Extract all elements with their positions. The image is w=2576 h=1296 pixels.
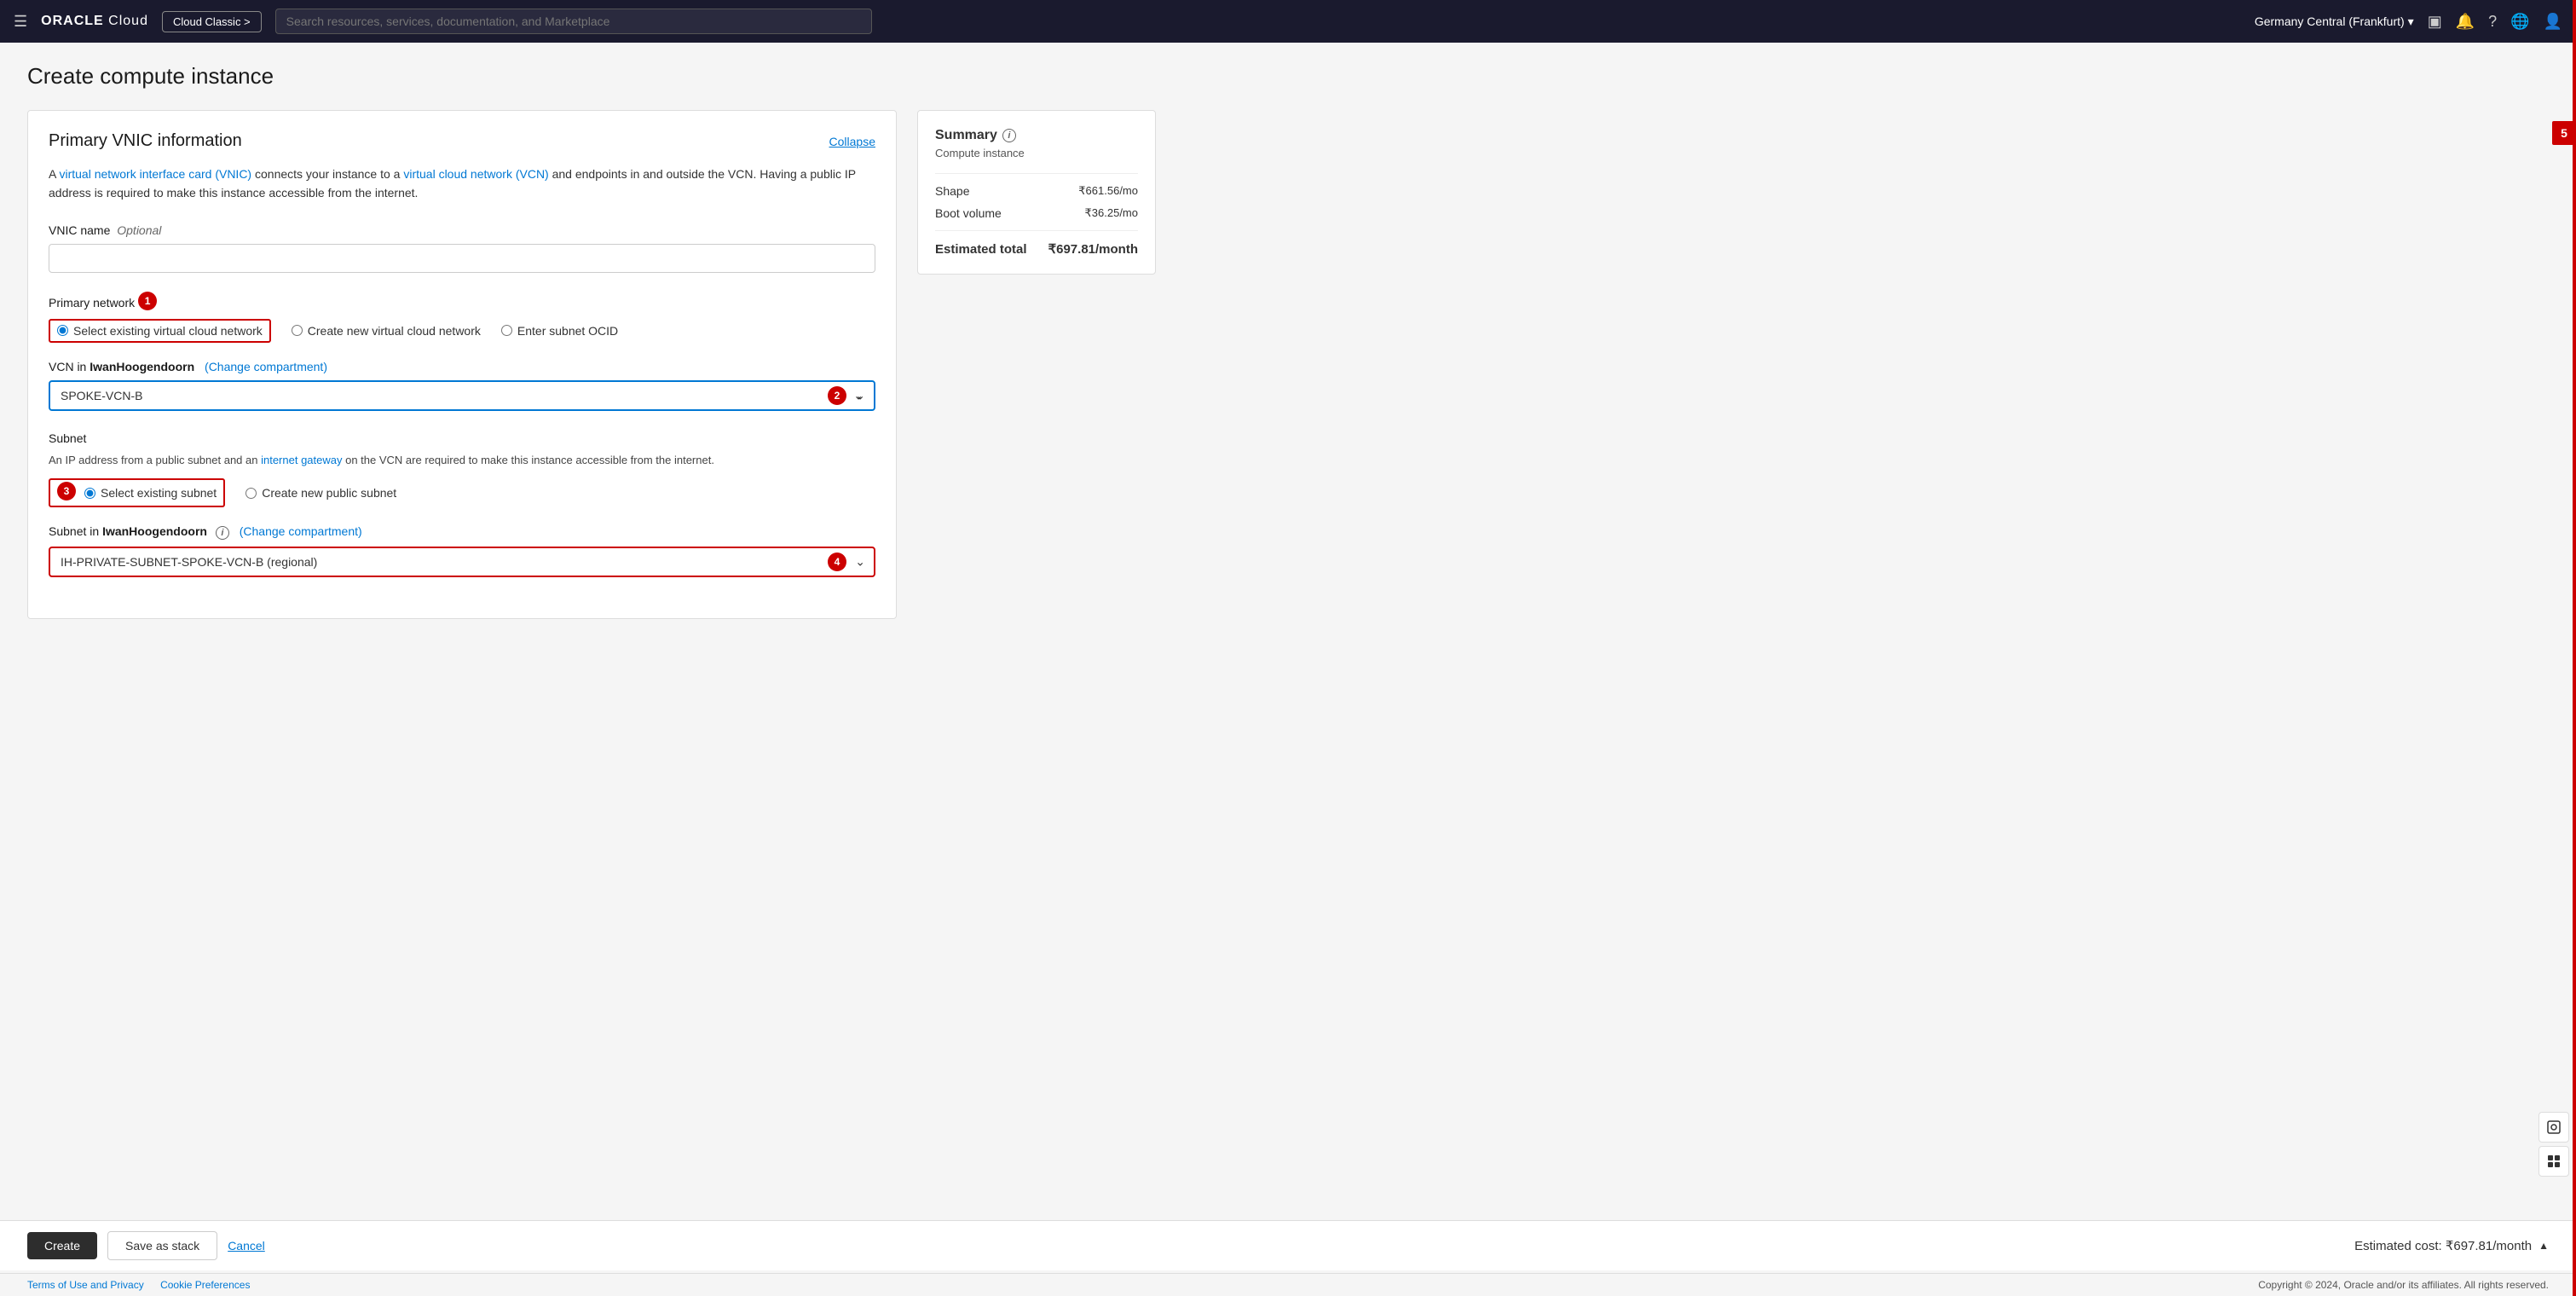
- radio-select-existing-vcn[interactable]: Select existing virtual cloud network: [49, 319, 271, 343]
- subnet-change-compartment-link[interactable]: (Change compartment): [240, 524, 362, 538]
- subnet-radio-group: 3 Select existing subnet Create new publ…: [49, 478, 875, 507]
- optional-label: Optional: [117, 223, 161, 237]
- card-header: Primary VNIC information Collapse: [49, 131, 875, 151]
- change-compartment-link[interactable]: (Change compartment): [205, 360, 327, 373]
- vnic-name-group: VNIC name Optional: [49, 223, 875, 273]
- subnet-label: Subnet: [49, 431, 875, 445]
- vcn-compartment-label: VCN in IwanHoogendoorn (Change compartme…: [49, 360, 875, 373]
- radio-create-new-public-subnet[interactable]: Create new public subnet: [245, 486, 396, 500]
- summary-panel: Summary i Compute instance Shape ₹661.56…: [917, 110, 1156, 275]
- summary-shape-row: Shape ₹661.56/mo: [935, 184, 1138, 198]
- primary-vnic-card: Primary VNIC information Collapse A virt…: [27, 110, 897, 619]
- badge-1: 1: [138, 292, 157, 310]
- internet-gateway-link[interactable]: internet gateway: [261, 454, 342, 466]
- cancel-button[interactable]: Cancel: [228, 1239, 265, 1253]
- top-nav: ☰ ORACLE Cloud Cloud Classic > Germany C…: [0, 0, 2576, 43]
- user-icon[interactable]: 👤: [2544, 13, 2562, 31]
- nav-icons: ▣ 🔔 ? 🌐 👤: [2428, 13, 2562, 31]
- floating-icon-2[interactable]: [2538, 1146, 2569, 1177]
- floating-icons: [2538, 1112, 2569, 1177]
- chevron-up-icon[interactable]: ▲: [2538, 1240, 2549, 1252]
- bell-icon[interactable]: 🔔: [2456, 13, 2475, 31]
- summary-total-row: Estimated total ₹697.81/month: [935, 241, 1138, 257]
- search-input[interactable]: [275, 9, 872, 34]
- card-description: A virtual network interface card (VNIC) …: [49, 165, 875, 203]
- cloud-classic-button[interactable]: Cloud Classic >: [162, 11, 262, 32]
- subnet-info-icon[interactable]: i: [216, 526, 229, 540]
- subnet-compartment-label: Subnet in IwanHoogendoorn i (Change comp…: [49, 524, 875, 540]
- copyright-bar: Terms of Use and Privacy Cookie Preferen…: [0, 1273, 2576, 1296]
- summary-total-value: ₹697.81/month: [1048, 241, 1138, 257]
- copyright-links: Terms of Use and Privacy Cookie Preferen…: [27, 1279, 250, 1291]
- vnic-name-input[interactable]: [49, 244, 875, 273]
- primary-network-radio-group: Select existing virtual cloud network Cr…: [49, 319, 875, 343]
- summary-subtitle: Compute instance: [935, 147, 1138, 159]
- summary-total-divider: [935, 230, 1138, 231]
- card-title: Primary VNIC information: [49, 131, 242, 151]
- summary-shape-label: Shape: [935, 184, 969, 198]
- summary-title: Summary i: [935, 128, 1138, 143]
- region-chevron-icon: ▾: [2408, 14, 2414, 29]
- footer-left: Create Save as stack Cancel: [27, 1231, 265, 1260]
- oracle-logo: ORACLE Cloud: [41, 14, 148, 29]
- radio-select-existing-vcn-input[interactable]: [57, 325, 68, 336]
- radio-create-new-public-subnet-input[interactable]: [245, 488, 257, 499]
- hamburger-icon[interactable]: ☰: [14, 13, 27, 31]
- page-title: Create compute instance: [27, 63, 1166, 90]
- summary-boot-volume-label: Boot volume: [935, 206, 1002, 220]
- summary-info-icon[interactable]: i: [1002, 129, 1016, 142]
- badge-2: 2: [828, 386, 846, 405]
- badge-3: 3: [57, 482, 76, 500]
- radio-select-existing-subnet-input[interactable]: [84, 488, 95, 499]
- help-icon[interactable]: ?: [2488, 13, 2497, 31]
- primary-network-label: Primary network: [49, 296, 135, 310]
- subnet-section: Subnet An IP address from a public subne…: [49, 431, 875, 508]
- radio-create-new-vcn[interactable]: Create new virtual cloud network: [292, 324, 481, 338]
- summary-shape-value: ₹661.56/mo: [1078, 184, 1138, 198]
- radio-enter-subnet-ocid-input[interactable]: [501, 325, 512, 336]
- summary-divider: [935, 173, 1138, 174]
- region-label: Germany Central (Frankfurt): [2255, 14, 2405, 28]
- collapse-link[interactable]: Collapse: [829, 135, 875, 148]
- primary-network-section: Primary network 1 Select existing virtua…: [49, 293, 875, 343]
- right-edge-indicator: [2573, 0, 2576, 1296]
- radio-enter-subnet-ocid[interactable]: Enter subnet OCID: [501, 324, 618, 338]
- subnet-compartment-group: Subnet in IwanHoogendoorn i (Change comp…: [49, 524, 875, 577]
- summary-total-label: Estimated total: [935, 242, 1027, 257]
- save-as-stack-button[interactable]: Save as stack: [107, 1231, 217, 1260]
- vcn-compartment-group: VCN in IwanHoogendoorn (Change compartme…: [49, 360, 875, 411]
- vcn-select-wrapper: SPOKE-VCN-B 2 ⌄: [49, 380, 875, 411]
- create-button[interactable]: Create: [27, 1232, 97, 1259]
- vnic-name-label: VNIC name Optional: [49, 223, 875, 237]
- footer-toolbar: Create Save as stack Cancel Estimated co…: [0, 1220, 2576, 1270]
- footer-right: Estimated cost: ₹697.81/month ▲: [2354, 1238, 2549, 1253]
- vcn-link[interactable]: virtual cloud network (VCN): [403, 167, 548, 181]
- subnet-select[interactable]: IH-PRIVATE-SUBNET-SPOKE-VCN-B (regional): [50, 548, 874, 576]
- cookie-link[interactable]: Cookie Preferences: [160, 1279, 250, 1291]
- radio-select-existing-subnet[interactable]: 3 Select existing subnet: [49, 478, 225, 507]
- main-layout: Primary VNIC information Collapse A virt…: [27, 110, 1166, 619]
- vnic-link[interactable]: virtual network interface card (VNIC): [59, 167, 251, 181]
- estimated-cost-label: Estimated cost: ₹697.81/month: [2354, 1238, 2532, 1253]
- radio-create-new-vcn-input[interactable]: [292, 325, 303, 336]
- badge-4: 4: [828, 553, 846, 571]
- subnet-select-wrapper: IH-PRIVATE-SUBNET-SPOKE-VCN-B (regional)…: [49, 547, 875, 577]
- region-selector[interactable]: Germany Central (Frankfurt) ▾: [2255, 14, 2414, 29]
- primary-network-label-row: Primary network 1: [49, 293, 875, 312]
- subnet-description: An IP address from a public subnet and a…: [49, 452, 875, 469]
- nav-right: Germany Central (Frankfurt) ▾ ▣ 🔔 ? 🌐 👤: [2255, 13, 2562, 31]
- summary-boot-volume-value: ₹36.25/mo: [1085, 206, 1138, 220]
- terms-link[interactable]: Terms of Use and Privacy: [27, 1279, 144, 1291]
- monitor-icon[interactable]: ▣: [2428, 13, 2442, 31]
- copyright-text: Copyright © 2024, Oracle and/or its affi…: [2258, 1279, 2549, 1291]
- floating-icon-1[interactable]: [2538, 1112, 2569, 1143]
- summary-boot-volume-row: Boot volume ₹36.25/mo: [935, 206, 1138, 220]
- page-content: Create compute instance Primary VNIC inf…: [0, 43, 1193, 639]
- globe-icon[interactable]: 🌐: [2510, 13, 2529, 31]
- vcn-select[interactable]: SPOKE-VCN-B: [50, 382, 874, 409]
- badge-5: 5: [2552, 121, 2576, 145]
